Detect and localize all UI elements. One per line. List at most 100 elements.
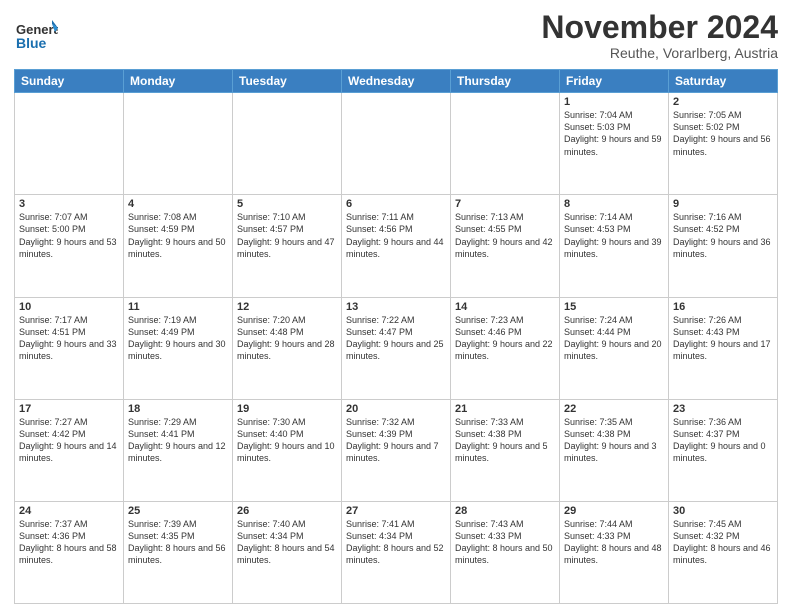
day-cell: 7Sunrise: 7:13 AM Sunset: 4:55 PM Daylig…	[451, 195, 560, 297]
day-number: 21	[455, 403, 555, 415]
day-info: Sunrise: 7:05 AM Sunset: 5:02 PM Dayligh…	[673, 109, 773, 158]
day-info: Sunrise: 7:30 AM Sunset: 4:40 PM Dayligh…	[237, 416, 337, 465]
weekday-header-sunday: Sunday	[15, 70, 124, 93]
day-info: Sunrise: 7:37 AM Sunset: 4:36 PM Dayligh…	[19, 518, 119, 567]
day-cell: 30Sunrise: 7:45 AM Sunset: 4:32 PM Dayli…	[669, 501, 778, 603]
day-info: Sunrise: 7:33 AM Sunset: 4:38 PM Dayligh…	[455, 416, 555, 465]
day-info: Sunrise: 7:13 AM Sunset: 4:55 PM Dayligh…	[455, 211, 555, 260]
day-number: 23	[673, 403, 773, 415]
day-number: 9	[673, 198, 773, 210]
day-number: 13	[346, 301, 446, 313]
day-info: Sunrise: 7:24 AM Sunset: 4:44 PM Dayligh…	[564, 314, 664, 363]
logo-svg: General Blue	[14, 14, 58, 58]
day-number: 26	[237, 505, 337, 517]
day-number: 11	[128, 301, 228, 313]
day-info: Sunrise: 7:32 AM Sunset: 4:39 PM Dayligh…	[346, 416, 446, 465]
day-number: 2	[673, 96, 773, 108]
day-number: 3	[19, 198, 119, 210]
day-cell: 1Sunrise: 7:04 AM Sunset: 5:03 PM Daylig…	[560, 93, 669, 195]
day-cell	[451, 93, 560, 195]
weekday-header-row: SundayMondayTuesdayWednesdayThursdayFrid…	[15, 70, 778, 93]
day-info: Sunrise: 7:40 AM Sunset: 4:34 PM Dayligh…	[237, 518, 337, 567]
month-title: November 2024	[541, 10, 778, 45]
day-info: Sunrise: 7:43 AM Sunset: 4:33 PM Dayligh…	[455, 518, 555, 567]
day-number: 24	[19, 505, 119, 517]
day-number: 14	[455, 301, 555, 313]
day-number: 8	[564, 198, 664, 210]
day-cell: 17Sunrise: 7:27 AM Sunset: 4:42 PM Dayli…	[15, 399, 124, 501]
calendar-table: SundayMondayTuesdayWednesdayThursdayFrid…	[14, 69, 778, 604]
day-cell: 9Sunrise: 7:16 AM Sunset: 4:52 PM Daylig…	[669, 195, 778, 297]
day-cell: 16Sunrise: 7:26 AM Sunset: 4:43 PM Dayli…	[669, 297, 778, 399]
day-cell: 10Sunrise: 7:17 AM Sunset: 4:51 PM Dayli…	[15, 297, 124, 399]
day-cell: 4Sunrise: 7:08 AM Sunset: 4:59 PM Daylig…	[124, 195, 233, 297]
header: General Blue November 2024 Reuthe, Vorar…	[14, 10, 778, 61]
day-cell: 5Sunrise: 7:10 AM Sunset: 4:57 PM Daylig…	[233, 195, 342, 297]
day-info: Sunrise: 7:23 AM Sunset: 4:46 PM Dayligh…	[455, 314, 555, 363]
day-cell: 21Sunrise: 7:33 AM Sunset: 4:38 PM Dayli…	[451, 399, 560, 501]
day-number: 25	[128, 505, 228, 517]
day-number: 27	[346, 505, 446, 517]
day-info: Sunrise: 7:08 AM Sunset: 4:59 PM Dayligh…	[128, 211, 228, 260]
day-cell: 6Sunrise: 7:11 AM Sunset: 4:56 PM Daylig…	[342, 195, 451, 297]
day-cell: 24Sunrise: 7:37 AM Sunset: 4:36 PM Dayli…	[15, 501, 124, 603]
day-number: 12	[237, 301, 337, 313]
day-info: Sunrise: 7:14 AM Sunset: 4:53 PM Dayligh…	[564, 211, 664, 260]
day-cell: 20Sunrise: 7:32 AM Sunset: 4:39 PM Dayli…	[342, 399, 451, 501]
logo: General Blue	[14, 14, 58, 58]
day-cell: 23Sunrise: 7:36 AM Sunset: 4:37 PM Dayli…	[669, 399, 778, 501]
day-number: 18	[128, 403, 228, 415]
day-cell: 26Sunrise: 7:40 AM Sunset: 4:34 PM Dayli…	[233, 501, 342, 603]
weekday-header-friday: Friday	[560, 70, 669, 93]
day-cell: 3Sunrise: 7:07 AM Sunset: 5:00 PM Daylig…	[15, 195, 124, 297]
day-info: Sunrise: 7:04 AM Sunset: 5:03 PM Dayligh…	[564, 109, 664, 158]
day-cell: 29Sunrise: 7:44 AM Sunset: 4:33 PM Dayli…	[560, 501, 669, 603]
day-info: Sunrise: 7:10 AM Sunset: 4:57 PM Dayligh…	[237, 211, 337, 260]
week-row-4: 17Sunrise: 7:27 AM Sunset: 4:42 PM Dayli…	[15, 399, 778, 501]
day-info: Sunrise: 7:20 AM Sunset: 4:48 PM Dayligh…	[237, 314, 337, 363]
day-info: Sunrise: 7:16 AM Sunset: 4:52 PM Dayligh…	[673, 211, 773, 260]
day-cell: 2Sunrise: 7:05 AM Sunset: 5:02 PM Daylig…	[669, 93, 778, 195]
day-number: 28	[455, 505, 555, 517]
day-number: 5	[237, 198, 337, 210]
day-cell: 14Sunrise: 7:23 AM Sunset: 4:46 PM Dayli…	[451, 297, 560, 399]
weekday-header-tuesday: Tuesday	[233, 70, 342, 93]
day-cell: 27Sunrise: 7:41 AM Sunset: 4:34 PM Dayli…	[342, 501, 451, 603]
day-info: Sunrise: 7:41 AM Sunset: 4:34 PM Dayligh…	[346, 518, 446, 567]
day-cell	[233, 93, 342, 195]
weekday-header-monday: Monday	[124, 70, 233, 93]
day-cell: 12Sunrise: 7:20 AM Sunset: 4:48 PM Dayli…	[233, 297, 342, 399]
title-area: November 2024 Reuthe, Vorarlberg, Austri…	[541, 10, 778, 61]
day-cell: 28Sunrise: 7:43 AM Sunset: 4:33 PM Dayli…	[451, 501, 560, 603]
day-number: 29	[564, 505, 664, 517]
day-cell: 22Sunrise: 7:35 AM Sunset: 4:38 PM Dayli…	[560, 399, 669, 501]
day-number: 6	[346, 198, 446, 210]
day-cell: 11Sunrise: 7:19 AM Sunset: 4:49 PM Dayli…	[124, 297, 233, 399]
subtitle: Reuthe, Vorarlberg, Austria	[541, 45, 778, 61]
day-number: 22	[564, 403, 664, 415]
day-info: Sunrise: 7:39 AM Sunset: 4:35 PM Dayligh…	[128, 518, 228, 567]
day-cell: 8Sunrise: 7:14 AM Sunset: 4:53 PM Daylig…	[560, 195, 669, 297]
day-info: Sunrise: 7:36 AM Sunset: 4:37 PM Dayligh…	[673, 416, 773, 465]
weekday-header-saturday: Saturday	[669, 70, 778, 93]
day-number: 4	[128, 198, 228, 210]
day-cell	[15, 93, 124, 195]
day-info: Sunrise: 7:29 AM Sunset: 4:41 PM Dayligh…	[128, 416, 228, 465]
day-cell	[124, 93, 233, 195]
day-number: 1	[564, 96, 664, 108]
day-info: Sunrise: 7:26 AM Sunset: 4:43 PM Dayligh…	[673, 314, 773, 363]
day-info: Sunrise: 7:19 AM Sunset: 4:49 PM Dayligh…	[128, 314, 228, 363]
day-number: 15	[564, 301, 664, 313]
day-number: 17	[19, 403, 119, 415]
day-info: Sunrise: 7:22 AM Sunset: 4:47 PM Dayligh…	[346, 314, 446, 363]
day-info: Sunrise: 7:35 AM Sunset: 4:38 PM Dayligh…	[564, 416, 664, 465]
day-number: 19	[237, 403, 337, 415]
day-info: Sunrise: 7:11 AM Sunset: 4:56 PM Dayligh…	[346, 211, 446, 260]
week-row-1: 1Sunrise: 7:04 AM Sunset: 5:03 PM Daylig…	[15, 93, 778, 195]
week-row-2: 3Sunrise: 7:07 AM Sunset: 5:00 PM Daylig…	[15, 195, 778, 297]
day-info: Sunrise: 7:45 AM Sunset: 4:32 PM Dayligh…	[673, 518, 773, 567]
day-number: 7	[455, 198, 555, 210]
day-cell: 15Sunrise: 7:24 AM Sunset: 4:44 PM Dayli…	[560, 297, 669, 399]
day-info: Sunrise: 7:44 AM Sunset: 4:33 PM Dayligh…	[564, 518, 664, 567]
day-number: 10	[19, 301, 119, 313]
